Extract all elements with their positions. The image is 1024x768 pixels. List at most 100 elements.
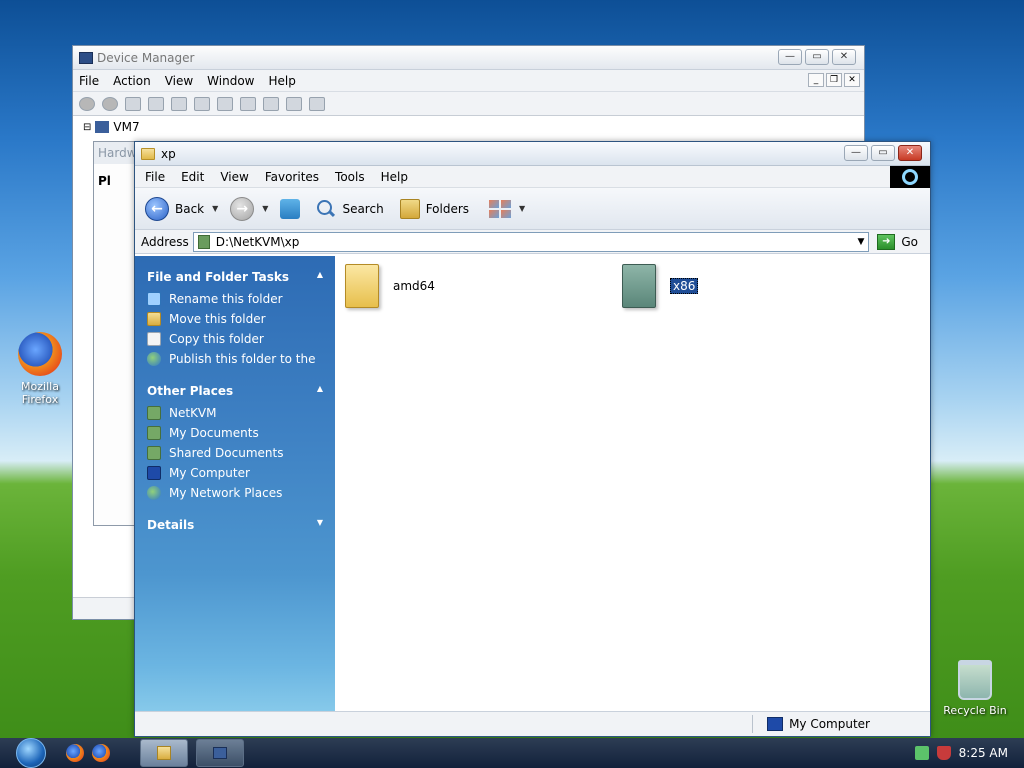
forward-icon[interactable] xyxy=(102,96,118,111)
device-manager-titlebar[interactable]: Device Manager — ▭ ✕ xyxy=(73,46,864,70)
back-button[interactable]: ← Back xyxy=(145,196,204,221)
place-my-network-places[interactable]: My Network Places xyxy=(147,486,323,500)
shared-documents-icon xyxy=(147,446,161,460)
system-tray: 8:25 AM xyxy=(914,746,1008,760)
folders-label: Folders xyxy=(425,201,470,216)
up-folder-icon[interactable] xyxy=(280,198,301,219)
status-location: My Computer xyxy=(789,717,870,731)
collapse-icon[interactable]: ⊟ xyxy=(83,122,91,133)
disable-device-icon[interactable] xyxy=(286,96,302,111)
tree-root[interactable]: ⊟ VM7 xyxy=(83,120,854,134)
address-bar: Address D:\NetKVM\xp ▼ ➜ Go xyxy=(135,230,930,254)
firefox-quicklaunch-icon[interactable] xyxy=(66,744,84,762)
print-icon[interactable] xyxy=(171,96,187,111)
go-button[interactable]: ➜ Go xyxy=(873,233,924,250)
back-icon[interactable] xyxy=(79,96,95,111)
collapse-icon[interactable]: ▲ xyxy=(317,384,323,398)
network-icon[interactable] xyxy=(914,746,929,760)
update-driver-icon[interactable] xyxy=(263,96,279,111)
explorer-window[interactable]: xp — ▭ ✕ File Edit View Favorites Tools … xyxy=(134,141,931,737)
desktop-icon-recycle-bin[interactable]: Recycle Bin xyxy=(940,660,1010,717)
minimize-button[interactable]: — xyxy=(778,49,802,65)
place-label: My Network Places xyxy=(169,486,283,500)
menu-favorites[interactable]: Favorites xyxy=(265,170,319,184)
taskbar-device-manager-button[interactable] xyxy=(196,739,244,767)
properties-icon[interactable] xyxy=(148,96,164,111)
uninstall-device-icon[interactable] xyxy=(309,96,325,111)
place-my-computer[interactable]: My Computer xyxy=(147,466,323,480)
device-manager-icon xyxy=(213,747,227,759)
console-tree-icon[interactable] xyxy=(125,96,141,111)
section-header[interactable]: Other Places ▲ xyxy=(147,384,323,398)
forward-dropdown-icon[interactable]: ▼ xyxy=(262,204,268,213)
menu-view[interactable]: View xyxy=(220,170,248,184)
task-move-folder[interactable]: Move this folder xyxy=(147,312,323,326)
menu-tools[interactable]: Tools xyxy=(335,170,365,184)
maximize-button[interactable]: ▭ xyxy=(871,145,895,161)
scan-hardware-icon[interactable] xyxy=(240,96,256,111)
place-label: NetKVM xyxy=(169,406,217,420)
menu-edit[interactable]: Edit xyxy=(181,170,204,184)
place-label: My Computer xyxy=(169,466,250,480)
task-rename-folder[interactable]: Rename this folder xyxy=(147,292,323,306)
menu-window[interactable]: Window xyxy=(207,74,254,88)
rename-icon xyxy=(147,292,161,306)
address-input[interactable]: D:\NetKVM\xp ▼ xyxy=(192,231,870,252)
place-my-documents[interactable]: My Documents xyxy=(147,426,323,440)
help-icon[interactable] xyxy=(194,96,210,111)
place-label: My Documents xyxy=(169,426,259,440)
mdi-minimize-button[interactable]: _ xyxy=(808,73,824,87)
menu-view[interactable]: View xyxy=(165,74,193,88)
explorer-titlebar[interactable]: xp — ▭ ✕ xyxy=(135,142,930,166)
collapse-icon[interactable]: ▲ xyxy=(317,270,323,284)
menu-action[interactable]: Action xyxy=(113,74,151,88)
menu-file[interactable]: File xyxy=(145,170,165,184)
place-shared-documents[interactable]: Shared Documents xyxy=(147,446,323,460)
explorer-body: File and Folder Tasks ▲ Rename this fold… xyxy=(135,256,930,711)
security-shield-icon[interactable] xyxy=(936,746,951,760)
folder-icon xyxy=(141,147,155,160)
folder-item-x86[interactable]: x86 xyxy=(622,264,699,308)
desktop-icon-firefox[interactable]: Mozilla Firefox xyxy=(5,332,75,406)
minimize-button[interactable]: — xyxy=(844,145,868,161)
start-button[interactable] xyxy=(16,738,46,768)
views-button[interactable]: ▼ xyxy=(489,199,531,218)
address-label: Address xyxy=(141,234,189,249)
action-pane-icon[interactable] xyxy=(217,96,233,111)
close-button[interactable]: ✕ xyxy=(832,49,856,65)
place-netkvm[interactable]: NetKVM xyxy=(147,406,323,420)
task-publish-folder[interactable]: Publish this folder to the xyxy=(147,352,323,366)
section-header[interactable]: Details ▼ xyxy=(147,518,323,532)
menu-file[interactable]: File xyxy=(79,74,99,88)
network-icon xyxy=(147,486,161,500)
expand-icon[interactable]: ▼ xyxy=(317,518,323,532)
menu-help[interactable]: Help xyxy=(269,74,296,88)
maximize-button[interactable]: ▭ xyxy=(805,49,829,65)
search-button[interactable]: Search xyxy=(316,199,384,219)
tree-root-label: VM7 xyxy=(113,120,140,134)
copy-icon xyxy=(147,332,161,346)
taskbar-explorer-button[interactable] xyxy=(140,739,188,767)
move-icon xyxy=(147,312,161,326)
go-label: Go xyxy=(901,234,918,249)
window-title: Device Manager xyxy=(97,50,195,65)
back-dropdown-icon[interactable]: ▼ xyxy=(212,204,218,213)
section-header[interactable]: File and Folder Tasks ▲ xyxy=(147,270,323,284)
address-dropdown-icon[interactable]: ▼ xyxy=(857,237,864,247)
recycle-bin-icon xyxy=(958,660,992,700)
mdi-restore-button[interactable]: ❐ xyxy=(826,73,842,87)
firefox-quicklaunch-icon[interactable] xyxy=(92,744,110,762)
computer-icon xyxy=(147,466,161,480)
folder-item-amd64[interactable]: amd64 xyxy=(345,264,435,308)
folder-icon xyxy=(345,264,379,308)
folders-button[interactable]: Folders xyxy=(399,198,470,219)
menu-help[interactable]: Help xyxy=(381,170,408,184)
status-separator xyxy=(752,715,754,733)
close-button[interactable]: ✕ xyxy=(898,145,922,161)
status-bar: My Computer xyxy=(135,711,930,736)
task-copy-folder[interactable]: Copy this folder xyxy=(147,332,323,346)
forward-button[interactable]: → xyxy=(230,196,255,221)
mdi-close-button[interactable]: ✕ xyxy=(844,73,860,87)
clock[interactable]: 8:25 AM xyxy=(959,746,1008,760)
file-list[interactable]: amd64 x86 xyxy=(335,256,930,711)
